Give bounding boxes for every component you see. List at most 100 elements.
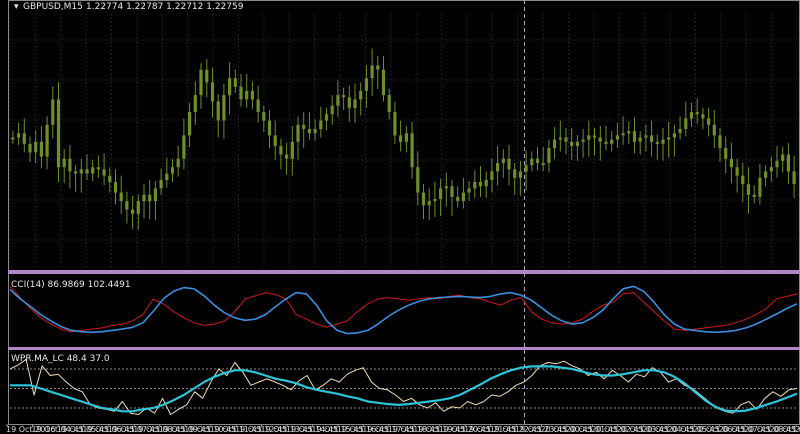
candle-body — [781, 154, 785, 161]
candle-body — [336, 95, 340, 106]
candle-body — [108, 175, 112, 183]
candle-body — [570, 141, 574, 146]
candle-body — [165, 173, 169, 180]
candle-body — [376, 65, 380, 70]
candle-body — [524, 165, 528, 172]
candle-body — [131, 209, 135, 214]
candle-body — [695, 112, 699, 115]
candle-body — [245, 90, 249, 100]
candle-body — [56, 99, 61, 168]
candle-body — [205, 69, 209, 83]
candle-body — [381, 69, 386, 96]
candle-body — [575, 141, 579, 146]
candle-body — [638, 137, 642, 142]
candle-body — [764, 171, 768, 178]
candle-body — [604, 141, 608, 144]
candle-body — [513, 169, 517, 178]
candle-body — [96, 167, 100, 170]
candle-body — [530, 158, 534, 166]
candle-body — [302, 124, 306, 129]
candle-body — [170, 167, 175, 174]
candle-body — [85, 169, 89, 174]
candle-body — [250, 90, 254, 100]
candle-body — [102, 169, 106, 176]
candle-body — [615, 135, 619, 140]
candle-body — [769, 167, 773, 172]
symbol-timeframe: GBPUSD,M15 — [23, 2, 83, 12]
candle-body — [125, 201, 129, 210]
candle-body — [792, 171, 796, 185]
candle-body — [267, 120, 272, 136]
candle-body — [239, 86, 243, 100]
candle-body — [142, 194, 146, 202]
candle-body — [752, 194, 756, 197]
candle-body — [678, 129, 682, 134]
candle-body — [119, 192, 123, 202]
candle-body — [496, 163, 500, 172]
candle-body — [581, 139, 585, 142]
candle-body — [501, 158, 505, 163]
candle-body — [51, 99, 55, 125]
candle-body — [478, 182, 483, 187]
candle-body — [296, 124, 300, 142]
candle-body — [228, 78, 232, 96]
candle-body — [598, 137, 602, 142]
candle-body — [775, 160, 779, 168]
time-axis-label: 20 Oct — [795, 425, 800, 434]
candle-body — [393, 112, 397, 136]
candle-body — [387, 95, 391, 113]
candle-body — [34, 141, 38, 153]
candle-body — [262, 112, 266, 121]
candle-body — [136, 201, 140, 214]
pane-separator-2[interactable] — [8, 347, 800, 350]
candle-body — [707, 118, 711, 125]
candle-body — [404, 133, 408, 142]
candle-body — [650, 135, 654, 142]
candle-body — [330, 105, 334, 115]
menu-arrow-icon[interactable]: ▾ — [14, 2, 19, 12]
candle-body — [313, 129, 317, 134]
candle-body — [701, 114, 705, 119]
candle-body — [535, 158, 540, 163]
ohlc-values: 1.22774 1.22787 1.22712 1.22759 — [86, 2, 244, 12]
candle-body — [233, 78, 237, 87]
candle-body — [216, 101, 220, 121]
candle-body — [484, 179, 488, 187]
candle-body — [159, 179, 163, 189]
candle-body — [684, 118, 688, 129]
candle-body — [290, 141, 294, 159]
candle-body — [456, 196, 460, 202]
candle-body — [342, 95, 346, 98]
candle-body — [786, 154, 790, 172]
candle-body — [632, 131, 637, 142]
candle-body — [324, 114, 329, 121]
candle-body — [644, 135, 648, 138]
candle-body — [68, 158, 72, 172]
candle-body — [712, 124, 716, 136]
candle-body — [79, 169, 83, 174]
candle-body — [307, 129, 311, 134]
candle-body — [473, 182, 477, 189]
candle-body — [416, 167, 420, 193]
candle-body — [370, 65, 374, 79]
candle-body — [353, 99, 357, 108]
candle-body — [359, 90, 363, 100]
candle-body — [672, 133, 676, 138]
candle-body — [256, 99, 260, 113]
candle-body — [439, 188, 443, 199]
wpr-label: WPR.MA_LC 48.4 37.0 — [11, 354, 110, 364]
candle-body — [193, 95, 197, 113]
candle-body — [746, 184, 751, 195]
candle-body — [587, 135, 591, 140]
candle-body — [427, 201, 431, 206]
candle-body — [450, 186, 454, 197]
candle-body — [655, 141, 659, 144]
candle-body — [564, 137, 568, 142]
candle-body — [17, 133, 21, 138]
candle-body — [62, 158, 66, 168]
candle-body — [724, 148, 728, 159]
candle-body — [718, 135, 722, 149]
pane-separator-1[interactable] — [8, 270, 800, 274]
candle-body — [188, 112, 192, 136]
candle-body — [182, 135, 186, 159]
